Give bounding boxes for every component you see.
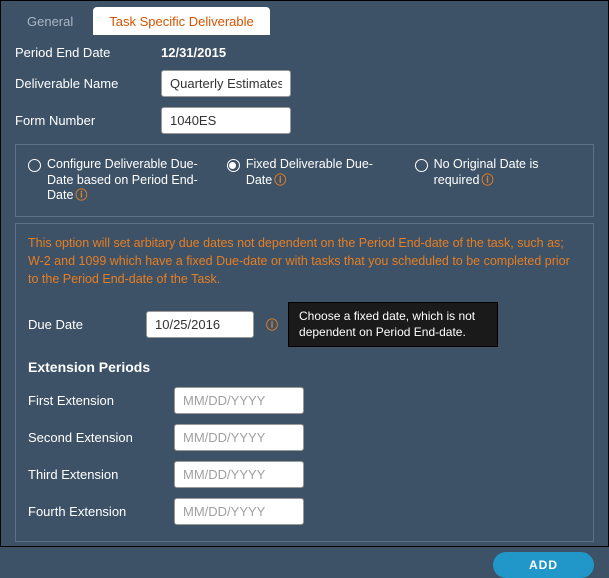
footer: ADD [1, 542, 608, 578]
due-date-label: Due Date [28, 317, 136, 332]
first-extension-input[interactable] [174, 387, 304, 414]
third-extension-input[interactable] [174, 461, 304, 488]
fourth-extension-label: Fourth Extension [28, 504, 174, 519]
radio-configure-due-date[interactable]: Configure Deliverable Due-Date based on … [28, 157, 205, 204]
radio-icon [227, 159, 240, 172]
help-text: This option will set arbitary due dates … [28, 234, 581, 288]
period-end-date-value: 12/31/2015 [161, 45, 226, 60]
first-extension-label: First Extension [28, 393, 174, 408]
second-extension-label: Second Extension [28, 430, 174, 445]
tab-general[interactable]: General [11, 7, 89, 35]
form-number-label: Form Number [15, 113, 161, 128]
radio-configure-label: Configure Deliverable Due-Date based on … [47, 157, 198, 202]
radio-icon [415, 159, 428, 172]
due-date-mode-box: Configure Deliverable Due-Date based on … [15, 144, 594, 217]
info-icon[interactable]: ⓘ [481, 173, 493, 188]
tab-task-specific-deliverable[interactable]: Task Specific Deliverable [93, 7, 270, 35]
radio-icon [28, 159, 41, 172]
due-date-config-box: This option will set arbitary due dates … [15, 223, 594, 543]
radio-no-original-date[interactable]: No Original Date is requiredⓘ [415, 157, 581, 188]
due-date-input[interactable] [146, 311, 254, 338]
tab-bar: General Task Specific Deliverable [1, 1, 608, 35]
fourth-extension-input[interactable] [174, 498, 304, 525]
period-end-date-label: Period End Date [15, 45, 161, 60]
radio-fixed-label: Fixed Deliverable Due-Date [246, 157, 373, 187]
form-content: Period End Date 12/31/2015 Deliverable N… [1, 35, 608, 542]
second-extension-input[interactable] [174, 424, 304, 451]
deliverable-name-label: Deliverable Name [15, 76, 161, 91]
form-number-input[interactable] [161, 107, 291, 134]
info-icon[interactable]: ⓘ [266, 316, 278, 333]
info-icon[interactable]: ⓘ [75, 188, 87, 203]
third-extension-label: Third Extension [28, 467, 174, 482]
info-icon[interactable]: ⓘ [274, 173, 286, 188]
extension-periods-title: Extension Periods [28, 359, 581, 375]
due-date-tooltip: Choose a fixed date, which is not depend… [288, 302, 498, 347]
add-button[interactable]: ADD [493, 552, 594, 578]
deliverable-name-input[interactable] [161, 70, 291, 97]
radio-fixed-due-date[interactable]: Fixed Deliverable Due-Dateⓘ [227, 157, 393, 188]
